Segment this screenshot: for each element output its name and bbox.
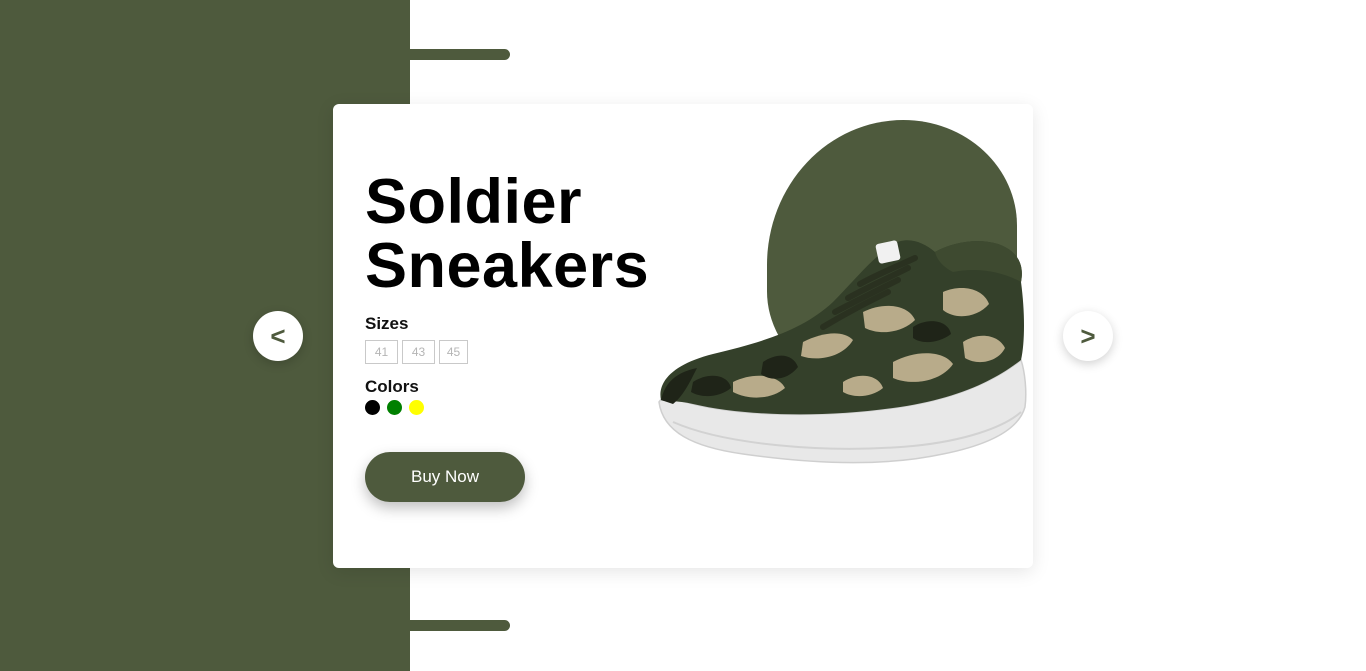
size-options: 41 43 45	[365, 340, 468, 364]
color-options	[365, 400, 424, 415]
buy-now-button[interactable]: Buy Now	[365, 452, 525, 502]
color-swatch-black[interactable]	[365, 400, 380, 415]
previous-slide-button[interactable]: <	[253, 311, 303, 361]
product-title: Soldier Sneakers	[365, 170, 649, 298]
top-decorative-bar	[400, 49, 510, 60]
product-card: Soldier Sneakers Sizes 41 43 45 Colors B…	[333, 104, 1033, 568]
product-title-line-2: Sneakers	[365, 231, 650, 301]
size-option-43[interactable]: 43	[402, 340, 435, 364]
color-swatch-green[interactable]	[387, 400, 402, 415]
sneaker-image	[658, 240, 1027, 464]
size-option-41[interactable]: 41	[365, 340, 398, 364]
bottom-decorative-bar	[400, 620, 510, 631]
page: < > Soldier Sneakers Sizes 41 43 45 Colo…	[0, 0, 1366, 671]
sizes-label: Sizes	[365, 314, 409, 333]
product-title-line-1: Soldier	[365, 167, 583, 237]
next-slide-button[interactable]: >	[1063, 311, 1113, 361]
colors-label: Colors	[365, 377, 419, 396]
size-option-45[interactable]: 45	[439, 340, 468, 364]
color-swatch-yellow[interactable]	[409, 400, 424, 415]
